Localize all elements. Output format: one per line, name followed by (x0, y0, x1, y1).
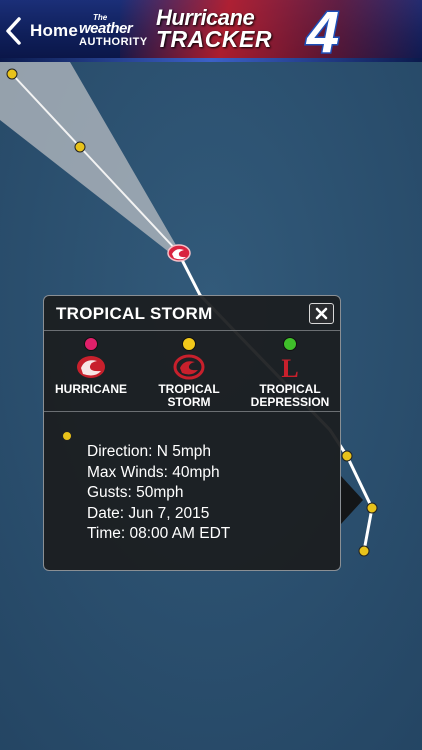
back-label: Home (30, 21, 79, 40)
tropical-storm-icon (173, 354, 205, 380)
logo-weather: weather (79, 20, 133, 37)
logo-authority: AUTHORITY (79, 36, 148, 48)
back-button[interactable]: Home (4, 12, 78, 50)
channel-4-logo: 4 (304, 2, 340, 58)
legend-label-hurricane: HURRICANE (55, 382, 127, 396)
detail-time: Time: 08:00 AM EDT (87, 525, 231, 542)
legend-dot-hurricane (84, 337, 98, 351)
chevron-left-icon (6, 17, 21, 45)
track-point[interactable] (341, 450, 353, 462)
track-point[interactable] (358, 545, 370, 557)
close-button[interactable] (309, 303, 334, 324)
popup-pointer (341, 476, 363, 524)
detail-date: Date: Jun 7, 2015 (87, 504, 210, 522)
close-icon (315, 307, 328, 320)
storm-status-dot (62, 431, 72, 441)
weather-authority-logo: The weather AUTHORITY (79, 14, 157, 48)
app-title: Hurricane TRACKER (156, 7, 306, 52)
depression-letter: L (281, 354, 298, 381)
detail-max-winds: Max Winds: 40mph (87, 463, 220, 481)
app-header: Home The weather AUTHORITY Hurricane TRA… (0, 0, 422, 62)
legend-hurricane: HURRICANE (46, 331, 136, 396)
detail-direction: Direction: N 5mph (87, 443, 212, 460)
current-storm-marker-icon[interactable] (167, 244, 191, 262)
legend-tropical-depression: L TROPICAL DEPRESSION (240, 331, 340, 409)
storm-details-lines: Direction: N 5mph Max Winds: 40mph Gusts… (87, 442, 230, 545)
storm-info-popup: TROPICAL STORM HURRICANE TROPICAL STORM … (43, 295, 363, 571)
channel-number: 4 (306, 2, 339, 58)
legend-label-tropical-depression-2: DEPRESSION (250, 395, 330, 410)
popup-header: TROPICAL STORM (44, 296, 340, 331)
legend-tropical-storm: TROPICAL STORM (144, 331, 234, 409)
tropical-depression-icon: L (281, 354, 298, 381)
legend-dot-tropical-depression (283, 337, 297, 351)
app-title-line2: TRACKER (156, 25, 272, 52)
track-point[interactable] (366, 502, 378, 514)
popup-title: TROPICAL STORM (56, 304, 213, 323)
hurricane-icon (77, 356, 105, 378)
legend-dot-tropical-storm (182, 337, 196, 351)
track-point[interactable] (6, 68, 18, 80)
storm-type-legend: HURRICANE TROPICAL STORM L TROPICAL DEPR… (44, 331, 340, 412)
track-point[interactable] (74, 141, 86, 153)
detail-gusts: Gusts: 50mph (87, 484, 184, 501)
legend-label-tropical-storm-2: STORM (167, 395, 211, 410)
